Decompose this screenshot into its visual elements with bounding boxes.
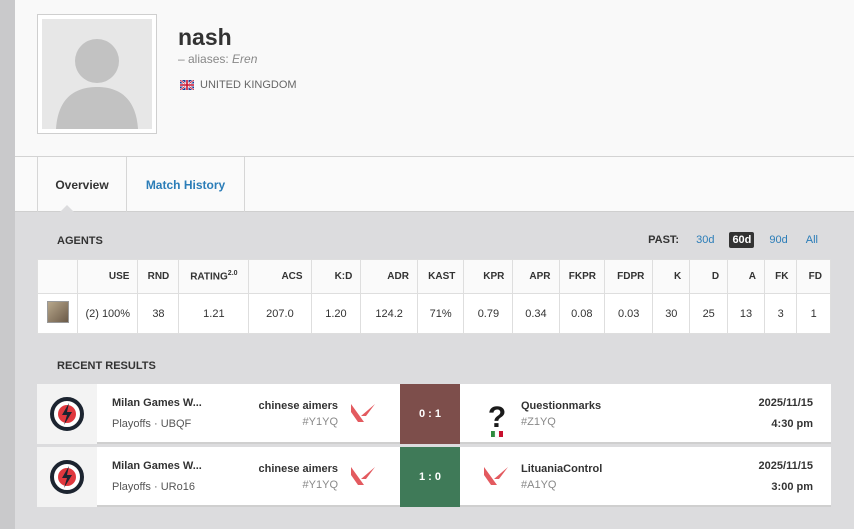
event-logo-cell xyxy=(37,384,97,444)
col-fd: FD xyxy=(796,259,831,294)
uk-flag-icon xyxy=(180,80,194,90)
col-fk: FK xyxy=(763,259,798,294)
profile-tabs: Overview Match History xyxy=(15,157,854,212)
recent-results-title: RECENT RESULTS xyxy=(57,360,156,372)
period-90d[interactable]: 90d xyxy=(766,232,790,248)
col-kast: KAST xyxy=(416,259,465,294)
cell-rating: 1.21 xyxy=(178,293,250,334)
player-avatar xyxy=(37,14,157,134)
active-tab-caret xyxy=(60,205,74,212)
col-d: D xyxy=(689,259,729,294)
col-agent xyxy=(36,259,79,294)
cell-apr: 0.34 xyxy=(512,293,560,334)
team2-name: LituaniaControl xyxy=(521,463,603,475)
cell-acs: 207.0 xyxy=(248,293,312,334)
player-country: UNITED KINGDOM xyxy=(180,79,297,91)
table-row: (2) 100% 38 1.21 207.0 1.20 124.2 71% 0.… xyxy=(36,293,831,334)
alias-value: Eren xyxy=(232,52,258,66)
table-header-row: USE RND RATING2.0 ACS K:D ADR KAST KPR A… xyxy=(36,259,831,294)
cell-rnd: 38 xyxy=(137,293,180,334)
col-rnd: RND xyxy=(137,259,180,294)
agent-portrait[interactable] xyxy=(46,301,69,323)
cell-fkpr: 0.08 xyxy=(558,293,606,334)
cell-fk: 3 xyxy=(763,293,798,334)
match-datetime: 2025/11/15 4:30 pm xyxy=(759,397,813,430)
match-date: 2025/11/15 xyxy=(758,397,813,409)
team1-tag: #Y1YQ xyxy=(302,479,338,491)
col-k: K xyxy=(652,259,691,294)
team2-tag: #A1YQ xyxy=(521,479,557,491)
team1: chinese aimers #Y1YQ xyxy=(259,400,339,428)
team2: LituaniaControl #A1YQ xyxy=(521,463,602,491)
col-acs: ACS xyxy=(248,259,312,294)
col-adr: ADR xyxy=(360,259,418,294)
match-time: 3:00 pm xyxy=(771,481,813,493)
cell-adr: 124.2 xyxy=(360,293,418,334)
col-a: A xyxy=(727,259,765,294)
event-logo-icon xyxy=(50,397,84,431)
team2-name: Questionmarks xyxy=(521,400,602,412)
tab-match-history[interactable]: Match History xyxy=(127,157,245,212)
period-30d[interactable]: 30d xyxy=(693,232,717,248)
agents-stats-table: USE RND RATING2.0 ACS K:D ADR KAST KPR A… xyxy=(36,259,831,334)
col-rating: RATING2.0 xyxy=(178,259,250,294)
match-score: 1 : 0 xyxy=(400,447,460,507)
team1: chinese aimers #Y1YQ xyxy=(259,463,339,491)
cell-kast: 71% xyxy=(416,293,465,334)
col-apr: APR xyxy=(512,259,560,294)
event-stage: Playoffs · UBQF xyxy=(112,418,192,430)
match-time: 4:30 pm xyxy=(771,418,813,430)
team2-tag: #Z1YQ xyxy=(521,416,556,428)
cell-d: 25 xyxy=(689,293,729,334)
event-logo-icon xyxy=(50,460,84,494)
svg-text:?: ? xyxy=(488,402,506,434)
event-stage: Playoffs · URo16 xyxy=(112,481,195,493)
cell-kd: 1.20 xyxy=(310,293,362,334)
player-header: nash – aliases: Eren UNITED KINGDOM xyxy=(15,0,854,157)
period-all[interactable]: All xyxy=(803,232,821,248)
question-mark-logo-icon: ? xyxy=(482,401,512,443)
team2: Questionmarks #Z1YQ xyxy=(521,400,601,428)
match-date: 2025/11/15 xyxy=(758,460,813,472)
col-kpr: KPR xyxy=(463,259,514,294)
match-score: 0 : 1 xyxy=(400,384,460,444)
agent-cell xyxy=(36,293,79,334)
col-fkpr: FKPR xyxy=(558,259,606,294)
cell-fdpr: 0.03 xyxy=(604,293,654,334)
event-name: Milan Games W... xyxy=(112,397,202,409)
event-logo-cell xyxy=(37,447,97,507)
valorant-icon xyxy=(350,465,376,492)
event-name: Milan Games W... xyxy=(112,460,202,472)
period-60d[interactable]: 60d xyxy=(729,232,755,248)
tab-overview[interactable]: Overview xyxy=(37,157,127,212)
country-name: UNITED KINGDOM xyxy=(200,79,297,91)
default-avatar-icon xyxy=(42,19,152,129)
col-use: USE xyxy=(77,259,139,294)
match-result-card[interactable]: Milan Games W... Playoffs · URo16 chines… xyxy=(37,447,831,507)
aliases-prefix: – aliases: xyxy=(178,52,229,66)
past-label: PAST: xyxy=(648,234,680,246)
team1-name: chinese aimers xyxy=(258,400,339,412)
match-result-card[interactable]: Milan Games W... Playoffs · UBQF chinese… xyxy=(37,384,831,444)
period-selector: PAST: 30d 60d 90d All xyxy=(648,232,825,248)
cell-kpr: 0.79 xyxy=(463,293,514,334)
agents-section-title: AGENTS xyxy=(57,235,103,247)
player-name: nash xyxy=(178,24,232,50)
cell-use: (2) 100% xyxy=(77,293,139,334)
team1-name: chinese aimers xyxy=(258,463,339,475)
player-aliases: – aliases: Eren xyxy=(178,52,257,66)
cell-fd: 1 xyxy=(796,293,831,334)
cell-k: 30 xyxy=(652,293,691,334)
cell-a: 13 xyxy=(727,293,765,334)
valorant-icon xyxy=(483,465,509,492)
team1-tag: #Y1YQ xyxy=(302,416,338,428)
valorant-icon xyxy=(350,402,376,429)
match-datetime: 2025/11/15 3:00 pm xyxy=(759,460,813,493)
col-kd: K:D xyxy=(310,259,362,294)
col-fdpr: FDPR xyxy=(604,259,654,294)
left-edge-strip xyxy=(0,0,15,529)
